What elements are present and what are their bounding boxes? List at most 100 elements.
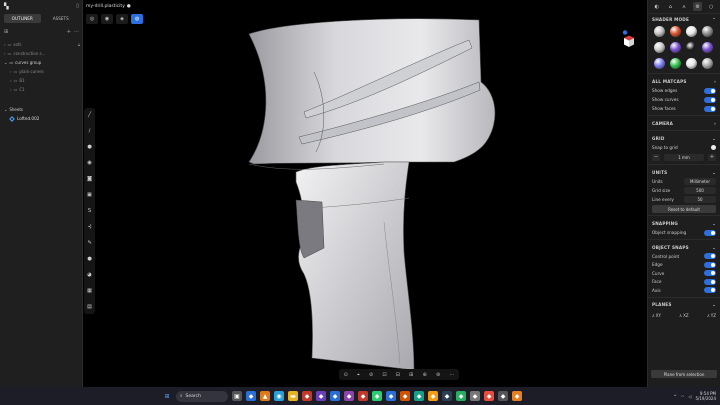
grid-value-field[interactable]: 1 mm (664, 153, 704, 161)
app-menu-icon[interactable]: ▚ (4, 3, 9, 10)
toggle-row[interactable]: Control point (648, 252, 720, 261)
toggle-row[interactable]: Curve (648, 269, 720, 278)
app-icon[interactable]: ◆ (428, 391, 438, 401)
app-icon[interactable]: ◆ (442, 391, 452, 401)
shading-button[interactable]: ◈ (116, 14, 128, 24)
line-tool-icon[interactable]: ╱ (88, 112, 91, 118)
chevron-right-icon[interactable]: › (714, 79, 716, 84)
pen-tool-icon[interactable]: ✎ (87, 240, 91, 246)
app-icon[interactable]: ◆ (414, 391, 424, 401)
sheet-item[interactable]: Lofted.002 (4, 114, 80, 123)
windows-start-icon[interactable]: ⊞ (162, 391, 172, 401)
task-view-icon[interactable]: ▣ (232, 391, 242, 401)
frame-icon[interactable]: ⊡ (382, 372, 386, 378)
tree-icon[interactable]: ⋏ (679, 2, 688, 11)
decrement-button[interactable]: − (652, 153, 660, 161)
more-icon[interactable]: ⋯ (449, 372, 454, 378)
app-icon[interactable]: ◆ (512, 391, 522, 401)
layers-icon[interactable]: ◐ (652, 2, 661, 11)
tree-item[interactable]: › ▭ plain curves (4, 67, 80, 76)
app-icon[interactable]: ◆ (400, 391, 410, 401)
snap-to-grid-row[interactable]: Snap to grid (648, 143, 720, 152)
isolate-icon[interactable]: ⊘ (369, 372, 373, 378)
matcap-swatch[interactable] (654, 26, 665, 37)
settings-icon[interactable]: ⚙ (693, 2, 703, 11)
tab-assets[interactable]: ASSETS (43, 14, 80, 23)
matcap-swatch[interactable] (654, 42, 665, 53)
wifi-icon[interactable]: ◠ (681, 394, 685, 399)
app-icon[interactable]: ◆ (330, 391, 340, 401)
section-header[interactable]: ALL MATCAPS › (648, 76, 720, 86)
tree-item[interactable]: ⌄ ▭ curves group (4, 58, 80, 67)
matcap-swatch[interactable] (702, 58, 713, 69)
section-header[interactable]: SHADER MODE ⌃ (648, 14, 720, 24)
sheets-header[interactable]: ⌄ Sheets (4, 105, 80, 114)
chevron-right-icon[interactable]: › (10, 69, 12, 74)
home-icon[interactable]: ⌂ (666, 2, 675, 11)
matcap-swatch[interactable] (686, 58, 697, 69)
filter-icon[interactable]: ⊞ (4, 29, 8, 35)
cylinder-tool-icon[interactable]: ◙ (87, 176, 92, 182)
app-icon[interactable]: ◆ (246, 391, 256, 401)
chevron-down-icon[interactable]: ⌄ (4, 107, 7, 112)
app-icon[interactable]: ◆ (344, 391, 354, 401)
matcap-swatch[interactable] (702, 26, 713, 37)
app-icon[interactable]: ◆ (372, 391, 382, 401)
reset-to-default-button[interactable]: Reset to default (652, 205, 716, 213)
print-tool-icon[interactable]: ▤ (87, 304, 92, 310)
palette-tool-icon[interactable]: ◕ (87, 272, 92, 278)
toggle-row[interactable]: Show edges (648, 86, 720, 95)
ball-tool-icon[interactable]: ● (87, 256, 92, 262)
curve-toggle[interactable] (704, 270, 716, 277)
object-snapping-toggle[interactable] (704, 229, 716, 236)
clock[interactable]: 9:54 PM 5/19/2024 (695, 391, 716, 401)
toggle-row[interactable]: Show curves (648, 95, 720, 104)
app-icon[interactable]: ◆ (456, 391, 466, 401)
target-icon[interactable]: ⌖ (357, 372, 360, 378)
section-header[interactable]: CAMERA › (648, 118, 720, 128)
app-icon[interactable]: ◆ (386, 391, 396, 401)
circle-icon[interactable]: ○ (707, 2, 716, 11)
chevron-down-icon[interactable]: ⌄ (712, 245, 716, 250)
chevron-up-icon[interactable]: ⌃ (712, 17, 716, 22)
curve-tool-icon[interactable]: ∕ (89, 128, 91, 134)
grid-icon[interactable]: ⊞ (409, 372, 413, 378)
sphere-tool-icon[interactable]: ◉ (87, 160, 92, 166)
matcap-swatch[interactable] (702, 42, 713, 53)
nav-badge-icon[interactable] (622, 30, 628, 35)
mesh-tool-icon[interactable]: ▦ (87, 288, 92, 294)
navigation-cube[interactable] (622, 30, 636, 50)
snap-icon[interactable]: ⊙ (344, 372, 348, 378)
show-edges-toggle[interactable] (704, 87, 716, 94)
plane-xz-button[interactable]: ⅄ XZ (679, 313, 688, 318)
tree-item[interactable]: › ▭ C1 (4, 85, 80, 94)
chevron-down-icon[interactable]: ⌄ (4, 60, 7, 65)
app-icon[interactable]: ◉ (274, 391, 284, 401)
volume-icon[interactable]: ◁ (688, 394, 691, 399)
chevron-right-icon[interactable]: › (4, 42, 6, 47)
toggle-row[interactable]: Face (648, 278, 720, 287)
render-mode-button[interactable]: ◍ (131, 14, 143, 24)
section-header[interactable]: PLANES ⌄ (648, 300, 720, 310)
snap-to-grid-radio[interactable] (711, 145, 716, 150)
line-every-input[interactable]: 50 (684, 196, 716, 203)
spline-tool-icon[interactable]: S (88, 208, 91, 214)
app-icon[interactable]: ◆ (302, 391, 312, 401)
chevron-right-icon[interactable]: › (10, 87, 12, 92)
xray-button[interactable]: ◉ (101, 14, 113, 24)
section-header[interactable]: GRID ⌄ (648, 133, 720, 143)
show-faces-toggle[interactable] (704, 105, 716, 112)
matcap-swatch[interactable] (670, 42, 681, 53)
chevron-down-icon[interactable]: ⌄ (712, 136, 716, 141)
increment-button[interactable]: + (708, 153, 716, 161)
chevron-down-icon[interactable]: ⌄ (712, 302, 716, 307)
matcap-swatch[interactable] (654, 58, 665, 69)
group-icon[interactable]: ⊟ (396, 372, 400, 378)
settings-icon[interactable]: ⊛ (436, 372, 440, 378)
fillet-tool-icon[interactable]: ⊰ (87, 224, 91, 230)
matcap-swatch[interactable] (686, 42, 697, 53)
document-tab-title[interactable]: my-drill.plasticity (86, 4, 125, 9)
circle-tool-icon[interactable]: ● (87, 144, 92, 150)
panel-toggle-icon[interactable]: ▯ (76, 3, 79, 9)
app-icon[interactable]: ◆ (316, 391, 326, 401)
